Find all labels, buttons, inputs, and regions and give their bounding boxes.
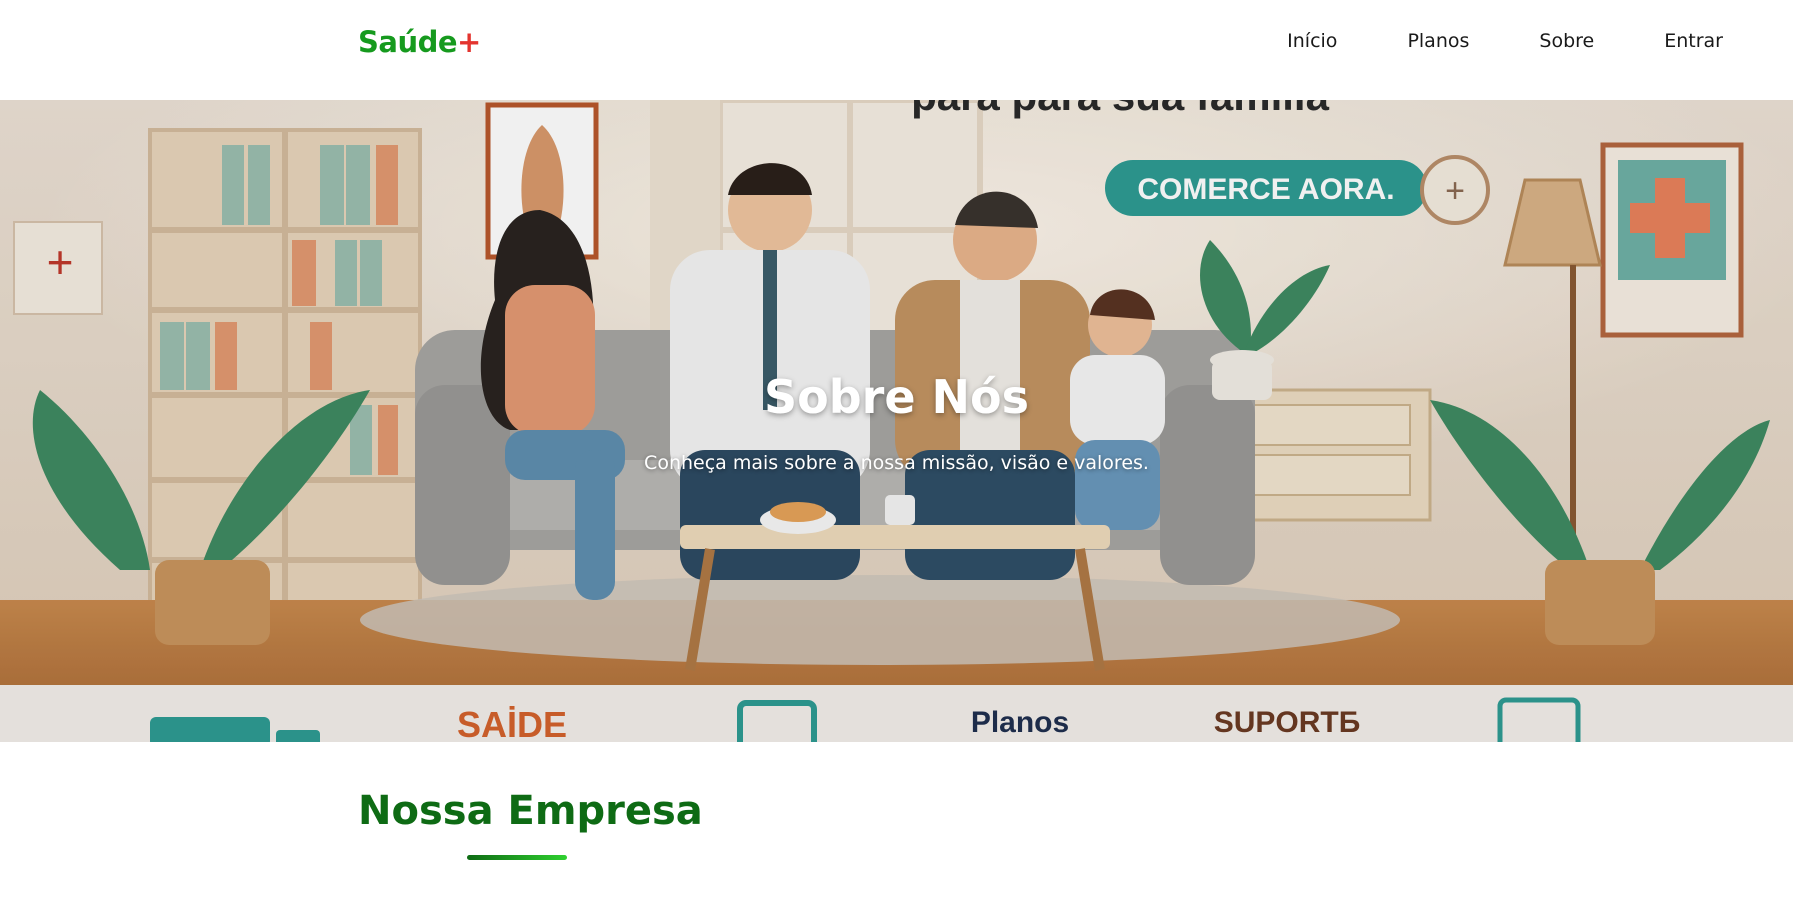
- hero-banner: para para sua família COMERCE AORA. + +: [0, 100, 1793, 742]
- brand-name: Saúde: [358, 25, 458, 59]
- section-title-underline: [467, 855, 567, 860]
- section-title: Nossa Empresa: [358, 788, 703, 834]
- brand-plus-mark: +: [457, 25, 481, 59]
- site-header: Saúde+ Início Planos Sobre Entrar: [0, 0, 1793, 100]
- brand-logo[interactable]: Saúde+: [358, 25, 481, 59]
- nav-link-entrar[interactable]: Entrar: [1664, 30, 1723, 52]
- nav-link-inicio[interactable]: Início: [1287, 30, 1337, 52]
- nav-link-planos[interactable]: Planos: [1407, 30, 1469, 52]
- nav-link-sobre[interactable]: Sobre: [1539, 30, 1594, 52]
- hero-title: Sobre Nós: [763, 370, 1030, 424]
- main-nav: Início Planos Sobre Entrar: [1287, 30, 1723, 52]
- hero-subtitle: Conheça mais sobre a nossa missão, visão…: [644, 452, 1149, 474]
